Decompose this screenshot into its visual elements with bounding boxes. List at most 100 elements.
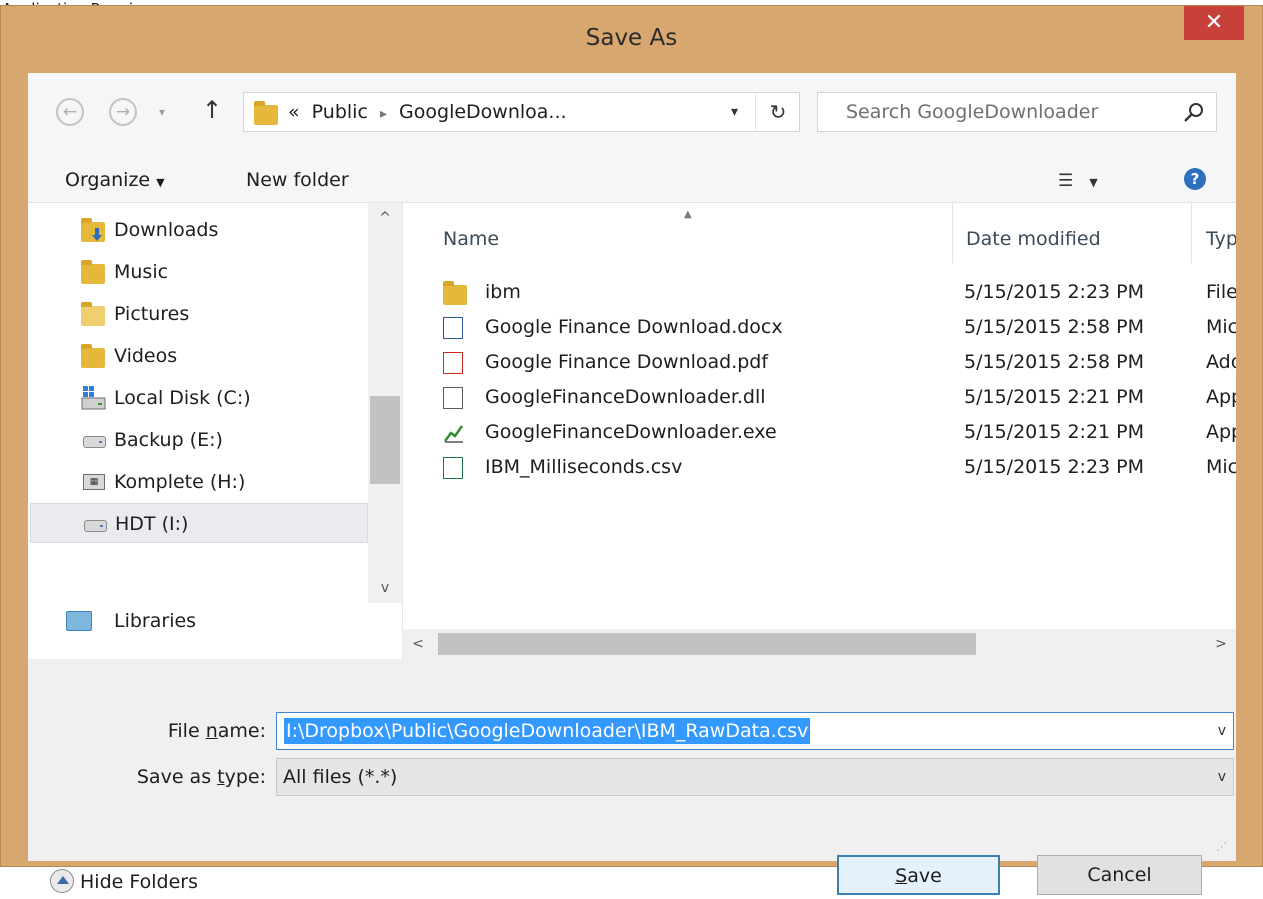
file-date: 5/15/2015 2:58 PM <box>964 316 1145 338</box>
breadcrumb-public[interactable]: Public <box>312 101 368 123</box>
breadcrumb-googledownloader[interactable]: GoogleDownloa... <box>399 101 567 123</box>
pictures-folder-icon <box>81 302 105 326</box>
sidebar-item-label: Local Disk (C:) <box>114 387 251 409</box>
file-name-value[interactable]: I:\Dropbox\Public\GoogleDownloader\IBM_R… <box>284 718 811 744</box>
sidebar-item-hdt-i[interactable]: HDT (I:) <box>30 503 368 543</box>
save-type-label-key: t <box>217 766 225 788</box>
sidebar-item-local-disk-c[interactable]: Local Disk (C:) <box>28 378 368 418</box>
save-button[interactable]: Save <box>837 855 1000 895</box>
music-folder-icon <box>81 260 105 284</box>
forward-button[interactable]: → <box>109 98 137 126</box>
scroll-left-button[interactable]: < <box>403 629 433 659</box>
sidebar-item-komplete-h[interactable]: ▦ Komplete (H:) <box>28 462 368 502</box>
address-bar[interactable]: « Public ▸ GoogleDownloa... ▾ ↻ <box>243 92 800 132</box>
command-bar: Organize ▼ New folder ☰ ▼ ? <box>28 157 1236 203</box>
search-input[interactable]: Search GoogleDownloader <box>846 93 1098 131</box>
scroll-down-button[interactable]: v <box>368 573 402 603</box>
sidebar-item-videos[interactable]: Videos <box>28 336 368 376</box>
sidebar-scrollbar[interactable]: ^ v <box>368 203 402 603</box>
address-dropdown-button[interactable]: ▾ <box>731 93 738 131</box>
file-row-csv[interactable]: IBM_Milliseconds.csv 5/15/2015 2:23 PM M… <box>403 450 1236 485</box>
sidebar-item-label: Libraries <box>114 610 197 632</box>
file-type: Mic <box>1206 316 1236 338</box>
file-type: File <box>1206 281 1236 303</box>
save-as-type-select[interactable]: All files (*.*) v <box>276 758 1234 796</box>
column-header-type[interactable]: Typ <box>1206 225 1236 253</box>
column-header-date-modified[interactable]: Date modified <box>966 225 1101 253</box>
word-document-icon <box>443 317 463 339</box>
file-row-docx[interactable]: Google Finance Download.docx 5/15/2015 2… <box>403 310 1236 345</box>
search-icon[interactable] <box>1181 101 1207 125</box>
sidebar-item-label: Pictures <box>114 303 190 325</box>
navigation-bar: ← → ▾ ↑ « Public ▸ GoogleDownloa... ▾ ↻ … <box>28 73 1236 157</box>
sidebar-item-label: Komplete (H:) <box>114 471 246 493</box>
refresh-button[interactable]: ↻ <box>755 93 800 131</box>
file-name-label-key: n <box>205 720 218 742</box>
save-as-type-label: Save as type: <box>68 760 266 794</box>
folder-icon <box>254 101 278 125</box>
file-name-input[interactable]: I:\Dropbox\Public\GoogleDownloader\IBM_R… <box>276 712 1234 750</box>
file-row-ibm[interactable]: ibm 5/15/2015 2:23 PM File <box>403 275 1236 310</box>
hide-folders-button[interactable]: Hide Folders <box>50 865 198 899</box>
save-button-rest: ave <box>907 865 942 887</box>
chevron-up-icon <box>50 868 74 893</box>
sidebar-item-music[interactable]: Music <box>28 252 368 292</box>
dll-icon <box>443 387 463 409</box>
file-row-pdf[interactable]: Google Finance Download.pdf 5/15/2015 2:… <box>403 345 1236 380</box>
scroll-up-button[interactable]: ^ <box>368 203 402 233</box>
column-divider[interactable] <box>1191 203 1192 263</box>
file-type: Ado <box>1206 351 1236 373</box>
videos-folder-icon <box>81 344 105 368</box>
sidebar-item-label: Music <box>114 261 169 283</box>
file-name-dropdown-button[interactable]: v <box>1218 713 1226 749</box>
scrollbar-thumb[interactable] <box>438 633 976 655</box>
drive-icon <box>84 520 107 532</box>
up-button[interactable]: ↑ <box>202 95 222 125</box>
file-name: IBM_Milliseconds.csv <box>485 456 683 478</box>
resize-grip-icon[interactable]: ⋰ <box>1216 841 1227 853</box>
breadcrumb-separator[interactable]: ▸ <box>380 106 387 122</box>
dialog-client: ← → ▾ ↑ « Public ▸ GoogleDownloa... ▾ ↻ … <box>28 73 1236 895</box>
navigation-pane[interactable]: Downloads Music Pictures Videos Local Di… <box>28 203 403 659</box>
recent-locations-button[interactable]: ▾ <box>159 99 165 125</box>
libraries-icon <box>66 611 92 631</box>
view-caret-icon: ▼ <box>1089 176 1098 189</box>
sidebar-item-pictures[interactable]: Pictures <box>28 294 368 334</box>
file-list[interactable]: ▲ Name Date modified Typ ibm 5/15/2015 2… <box>403 203 1236 659</box>
download-arrow-icon <box>92 228 102 241</box>
change-view-button[interactable]: ☰ ▼ <box>1058 167 1098 195</box>
breadcrumb-overflow[interactable]: « <box>288 101 300 123</box>
close-button[interactable]: ✕ <box>1184 6 1244 40</box>
back-button[interactable]: ← <box>56 98 84 126</box>
sidebar-item-downloads[interactable]: Downloads <box>28 210 368 250</box>
column-header-name[interactable]: Name <box>443 225 499 253</box>
file-name: Google Finance Download.pdf <box>485 351 769 373</box>
excel-csv-icon <box>443 457 463 479</box>
sidebar-item-label: Videos <box>114 345 178 367</box>
file-type: App <box>1206 386 1236 408</box>
organize-button[interactable]: Organize ▼ <box>65 165 165 195</box>
save-as-type-value[interactable]: All files (*.*) <box>283 759 397 795</box>
save-as-type-dropdown-button[interactable]: v <box>1218 759 1226 795</box>
sidebar-item-libraries[interactable]: Libraries <box>28 601 368 641</box>
column-divider[interactable] <box>952 203 953 263</box>
dialog-title: Save As <box>585 25 678 51</box>
file-list-horizontal-scrollbar[interactable]: < > <box>403 629 1236 659</box>
scroll-right-button[interactable]: > <box>1206 629 1236 659</box>
scrollbar-thumb[interactable] <box>370 396 400 484</box>
new-folder-button[interactable]: New folder <box>246 165 349 195</box>
cancel-button[interactable]: Cancel <box>1037 855 1202 895</box>
sidebar-item-backup-e[interactable]: Backup (E:) <box>28 420 368 460</box>
search-box[interactable]: Search GoogleDownloader <box>817 92 1217 132</box>
file-row-exe[interactable]: GoogleFinanceDownloader.exe 5/15/2015 2:… <box>403 415 1236 450</box>
help-icon[interactable]: ? <box>1184 168 1206 190</box>
organize-label: Organize <box>65 169 151 191</box>
file-name-label-pre: File <box>167 720 206 742</box>
file-name-label-post: ame: <box>217 720 266 742</box>
organize-caret-icon: ▼ <box>156 176 165 189</box>
network-drive-icon: ▦ <box>83 474 105 490</box>
save-button-key: S <box>895 865 908 887</box>
file-row-dll[interactable]: GoogleFinanceDownloader.dll 5/15/2015 2:… <box>403 380 1236 415</box>
file-name: GoogleFinanceDownloader.dll <box>485 386 766 408</box>
file-type: App <box>1206 421 1236 443</box>
